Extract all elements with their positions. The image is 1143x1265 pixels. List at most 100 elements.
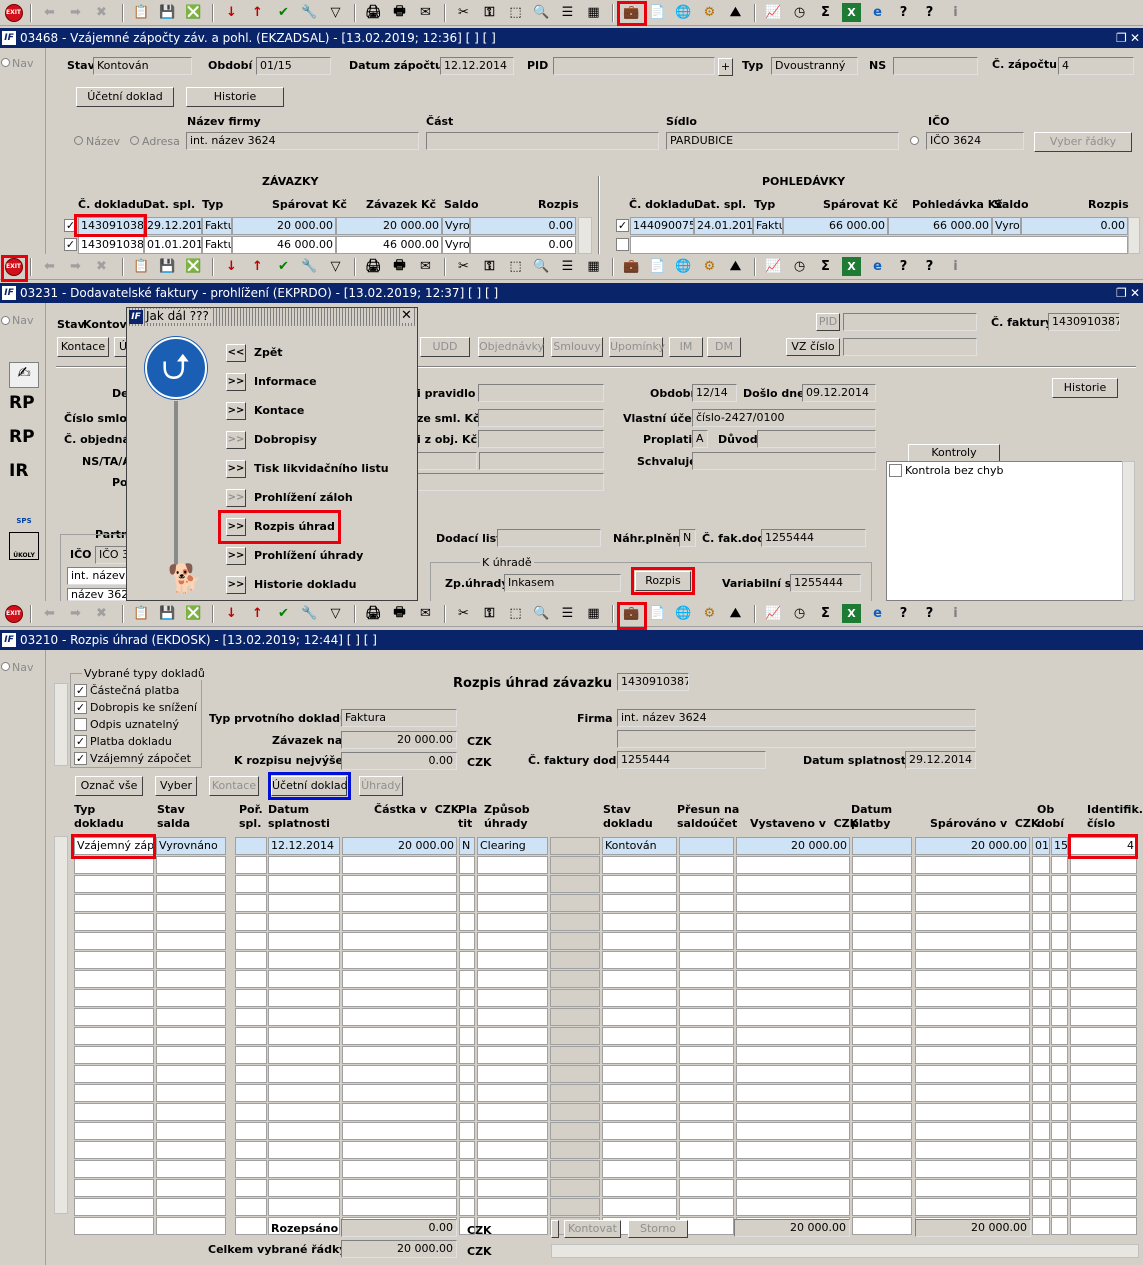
- tree-icon[interactable]: ⬚: [506, 257, 525, 276]
- ir-cz-icon[interactable]: IR: [9, 461, 39, 491]
- grid-row-12-cell[interactable]: [736, 1046, 850, 1064]
- grid-row-21-cell[interactable]: [1051, 1217, 1068, 1235]
- grid-row-11-cell[interactable]: [156, 1027, 226, 1045]
- delete-record-icon[interactable]: ✖: [92, 257, 111, 276]
- grid-row-6-cell[interactable]: [342, 932, 457, 950]
- grid-row-15-cell[interactable]: [1032, 1103, 1050, 1121]
- grid-row-20-cell[interactable]: [156, 1198, 226, 1216]
- grid-row-20-cell[interactable]: [1070, 1198, 1137, 1216]
- mail-icon[interactable]: ✉: [416, 257, 435, 276]
- grid-row-15-cell[interactable]: [736, 1103, 850, 1121]
- nahr-plneni-field[interactable]: N: [679, 529, 696, 547]
- sum-icon[interactable]: Σ: [816, 3, 835, 22]
- grid-row-5-cell[interactable]: [459, 913, 475, 931]
- poh-row-1-checkbox[interactable]: ✓: [616, 219, 629, 232]
- grid-row-18-cell[interactable]: [459, 1160, 475, 1178]
- restore-icon[interactable]: ❐: [1116, 283, 1127, 303]
- grid-row-20-cell[interactable]: [1051, 1198, 1068, 1216]
- whatsthis-icon[interactable]: ?: [920, 3, 939, 22]
- grid-row-12-cell[interactable]: [74, 1046, 154, 1064]
- grid-row-19-cell[interactable]: [915, 1179, 1030, 1197]
- informace-button[interactable]: >>: [226, 373, 246, 391]
- cancel-icon[interactable]: ❎: [184, 604, 203, 623]
- poh-row-1-typ[interactable]: Faktu: [753, 217, 783, 235]
- grid-row-17-cell[interactable]: [74, 1141, 154, 1159]
- case-icon[interactable]: 💼: [622, 604, 641, 623]
- rp-eu-icon[interactable]: RP: [9, 427, 39, 457]
- grid-row-1-cell[interactable]: 20 000.00: [915, 837, 1030, 855]
- grid-row-14-cell[interactable]: [550, 1084, 600, 1102]
- grid-row-4-cell[interactable]: [459, 894, 475, 912]
- grid-row-19-cell[interactable]: [736, 1179, 850, 1197]
- grid-nav-button[interactable]: [551, 1220, 559, 1238]
- grid-row-18-cell[interactable]: [74, 1160, 154, 1178]
- ie-icon[interactable]: e: [868, 604, 887, 623]
- grid-row-6-cell[interactable]: [679, 932, 734, 950]
- grid-row-10-cell[interactable]: [477, 1008, 548, 1026]
- sort-desc-icon[interactable]: ↑: [248, 257, 267, 276]
- grid-row-9-cell[interactable]: [602, 989, 677, 1007]
- grid-row-17-cell[interactable]: [1051, 1141, 1068, 1159]
- settings-icon[interactable]: ⚙: [700, 257, 719, 276]
- grid-row-10-cell[interactable]: [1032, 1008, 1050, 1026]
- grid-row-13-cell[interactable]: [915, 1065, 1030, 1083]
- grid-row-1-cell[interactable]: [679, 837, 734, 855]
- grid-row-7-cell[interactable]: [235, 951, 267, 969]
- grid-row-18-cell[interactable]: [915, 1160, 1030, 1178]
- zav-row-1-datspl[interactable]: 29.12.2014: [144, 217, 202, 235]
- grid-row-6-cell[interactable]: [1070, 932, 1137, 950]
- grid-row-20-cell[interactable]: [268, 1198, 340, 1216]
- grid-row-18-cell[interactable]: [156, 1160, 226, 1178]
- grid-row-20-cell[interactable]: [915, 1198, 1030, 1216]
- settings-icon[interactable]: ⚙: [700, 604, 719, 623]
- sort-desc-icon[interactable]: ↑: [248, 604, 267, 623]
- grid-row-9-cell[interactable]: [550, 989, 600, 1007]
- grid-row-12-cell[interactable]: [268, 1046, 340, 1064]
- grid-row-13-cell[interactable]: [342, 1065, 457, 1083]
- grid-row-13-cell[interactable]: [852, 1065, 912, 1083]
- grid-row-9-cell[interactable]: [736, 989, 850, 1007]
- grid-row-14-cell[interactable]: [736, 1084, 850, 1102]
- grid-row-2-cell[interactable]: [679, 856, 734, 874]
- grid-row-10-cell[interactable]: [459, 1008, 475, 1026]
- grid-row-9-cell[interactable]: [235, 989, 267, 1007]
- historie-button[interactable]: Historie: [1052, 378, 1118, 398]
- grid-row-6-cell[interactable]: [156, 932, 226, 950]
- grid-row-9-cell[interactable]: [477, 989, 548, 1007]
- sidlo-field[interactable]: PARDUBICE: [666, 132, 899, 150]
- sort-desc-icon[interactable]: ↑: [248, 3, 267, 22]
- grid-row-6-cell[interactable]: [736, 932, 850, 950]
- grid-row-2-cell[interactable]: [477, 856, 548, 874]
- list-icon[interactable]: ☰: [558, 3, 577, 22]
- grid-row-20-cell[interactable]: [736, 1198, 850, 1216]
- historie-dokladu-button[interactable]: >>: [226, 576, 246, 594]
- report-icon[interactable]: 📄: [648, 604, 667, 623]
- clock-icon[interactable]: ◷: [790, 257, 809, 276]
- grid-row-15-cell[interactable]: [459, 1103, 475, 1121]
- grid-row-5-cell[interactable]: [1070, 913, 1137, 931]
- schvaluje-field[interactable]: [692, 452, 876, 470]
- grid-row-14-cell[interactable]: [477, 1084, 548, 1102]
- zav-row-2-doklad[interactable]: 1430910388: [78, 236, 144, 254]
- cancel-icon[interactable]: ❎: [184, 257, 203, 276]
- grid-row-16-cell[interactable]: [550, 1122, 600, 1140]
- nazev-field-1[interactable]: int. název 3: [67, 567, 130, 585]
- sps-icon[interactable]: SPS: [9, 499, 39, 527]
- grid-row-1-cell[interactable]: Vyrovnáno: [156, 837, 226, 855]
- save-icon[interactable]: 💾: [158, 3, 177, 22]
- grid-row-5-cell[interactable]: [1032, 913, 1050, 931]
- grid-row-1-cell[interactable]: 20 000.00: [342, 837, 457, 855]
- grid-row-13-cell[interactable]: [602, 1065, 677, 1083]
- confirm-icon[interactable]: ✔: [274, 604, 293, 623]
- grid-row-3-cell[interactable]: [736, 875, 850, 893]
- proplatit-field[interactable]: A: [692, 430, 708, 448]
- grid-row-3-cell[interactable]: [852, 875, 912, 893]
- grid-row-17-cell[interactable]: [342, 1141, 457, 1159]
- grid-row-1-cell[interactable]: Vzájemný zápo: [74, 837, 154, 855]
- grid-row-9-cell[interactable]: [1051, 989, 1068, 1007]
- grid-row-14-cell[interactable]: [156, 1084, 226, 1102]
- grid-row-20-cell[interactable]: [679, 1198, 734, 1216]
- ico-field[interactable]: IČO 3624: [926, 132, 1024, 150]
- poh-scrollbar[interactable]: [1128, 217, 1140, 254]
- grid-row-3-cell[interactable]: [679, 875, 734, 893]
